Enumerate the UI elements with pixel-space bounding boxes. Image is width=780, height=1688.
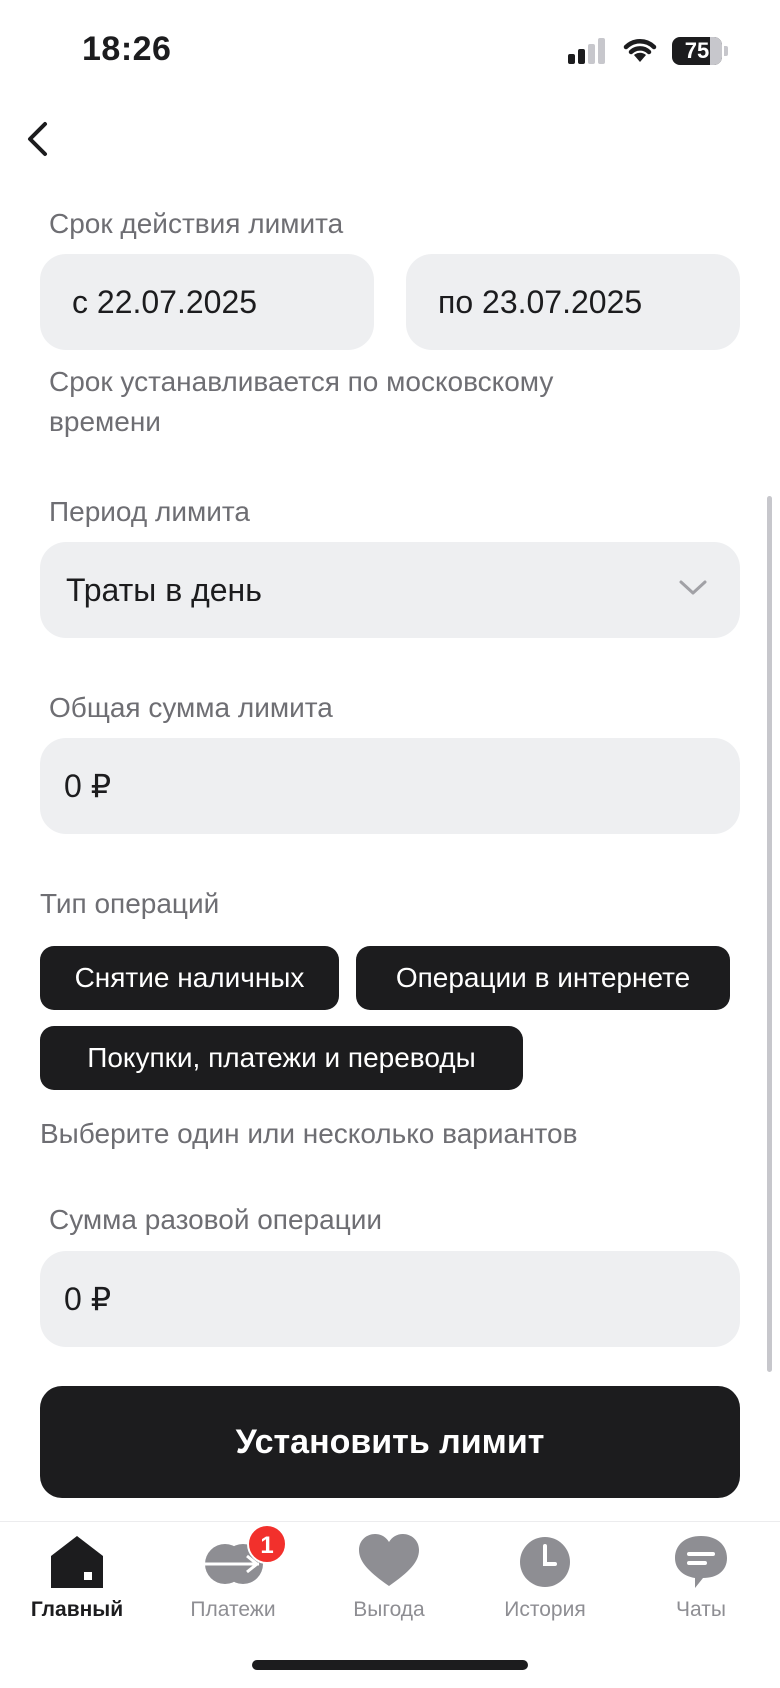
chat-icon [675, 1536, 727, 1588]
timezone-hint: Срок устанавливается по московскому врем… [49, 362, 553, 442]
tab-payments-label: Платежи [190, 1598, 276, 1621]
wifi-icon [623, 39, 657, 62]
single-label: Сумма разовой операции [49, 1204, 383, 1235]
chip-purchases[interactable]: Покупки, платежи и переводы [40, 1026, 523, 1090]
single-amount-input[interactable]: 0 ₽ [40, 1251, 740, 1347]
tab-payments[interactable]: 1 Платежи [158, 1524, 308, 1634]
period-select[interactable]: Траты в день [40, 542, 740, 638]
payments-badge: 1 [247, 1524, 287, 1564]
chevron-left-icon [28, 122, 47, 156]
date-from-field[interactable]: с 22.07.2025 [40, 254, 374, 350]
tab-history[interactable]: История [470, 1534, 620, 1634]
back-button[interactable] [18, 110, 68, 170]
set-limit-button[interactable]: Установить лимит [40, 1386, 740, 1498]
tab-home[interactable]: Главный [2, 1534, 152, 1634]
home-icon [51, 1536, 103, 1588]
status-time: 18:26 [82, 30, 172, 68]
tab-benefits-label: Выгода [353, 1598, 425, 1621]
timezone-hint-line1: Срок устанавливается по московскому [49, 366, 554, 397]
chevron-down-icon [679, 580, 707, 595]
tab-chats[interactable]: Чаты [626, 1534, 776, 1634]
heart-icon [359, 1534, 419, 1586]
operations-hint: Выберите один или несколько вариантов [40, 1118, 578, 1149]
period-value: Траты в день [66, 571, 262, 608]
tab-benefits[interactable]: Выгода [314, 1534, 464, 1634]
chip-cash[interactable]: Снятие наличных [40, 946, 339, 1010]
signal-icon [568, 38, 608, 64]
tab-history-label: История [504, 1598, 586, 1621]
tab-chats-label: Чаты [676, 1598, 726, 1621]
status-bar: 18:26 75 [0, 0, 780, 100]
battery-icon: 75 [672, 37, 728, 65]
tab-home-label: Главный [30, 1598, 124, 1621]
payments-icon: 1 [203, 1524, 287, 1590]
date-to-field[interactable]: по 23.07.2025 [406, 254, 740, 350]
battery-level: 75 [684, 38, 710, 63]
operations-label: Тип операций [40, 888, 220, 919]
total-label: Общая сумма лимита [49, 692, 333, 723]
scrollbar[interactable] [767, 496, 772, 1372]
chip-internet[interactable]: Операции в интернете [356, 946, 730, 1010]
period-label: Период лимита [49, 496, 250, 527]
validity-label: Срок действия лимита [49, 208, 344, 239]
clock-icon [520, 1537, 570, 1587]
total-amount-input[interactable]: 0 ₽ [40, 738, 740, 834]
timezone-hint-line2: времени [49, 406, 161, 437]
home-indicator [252, 1660, 528, 1670]
